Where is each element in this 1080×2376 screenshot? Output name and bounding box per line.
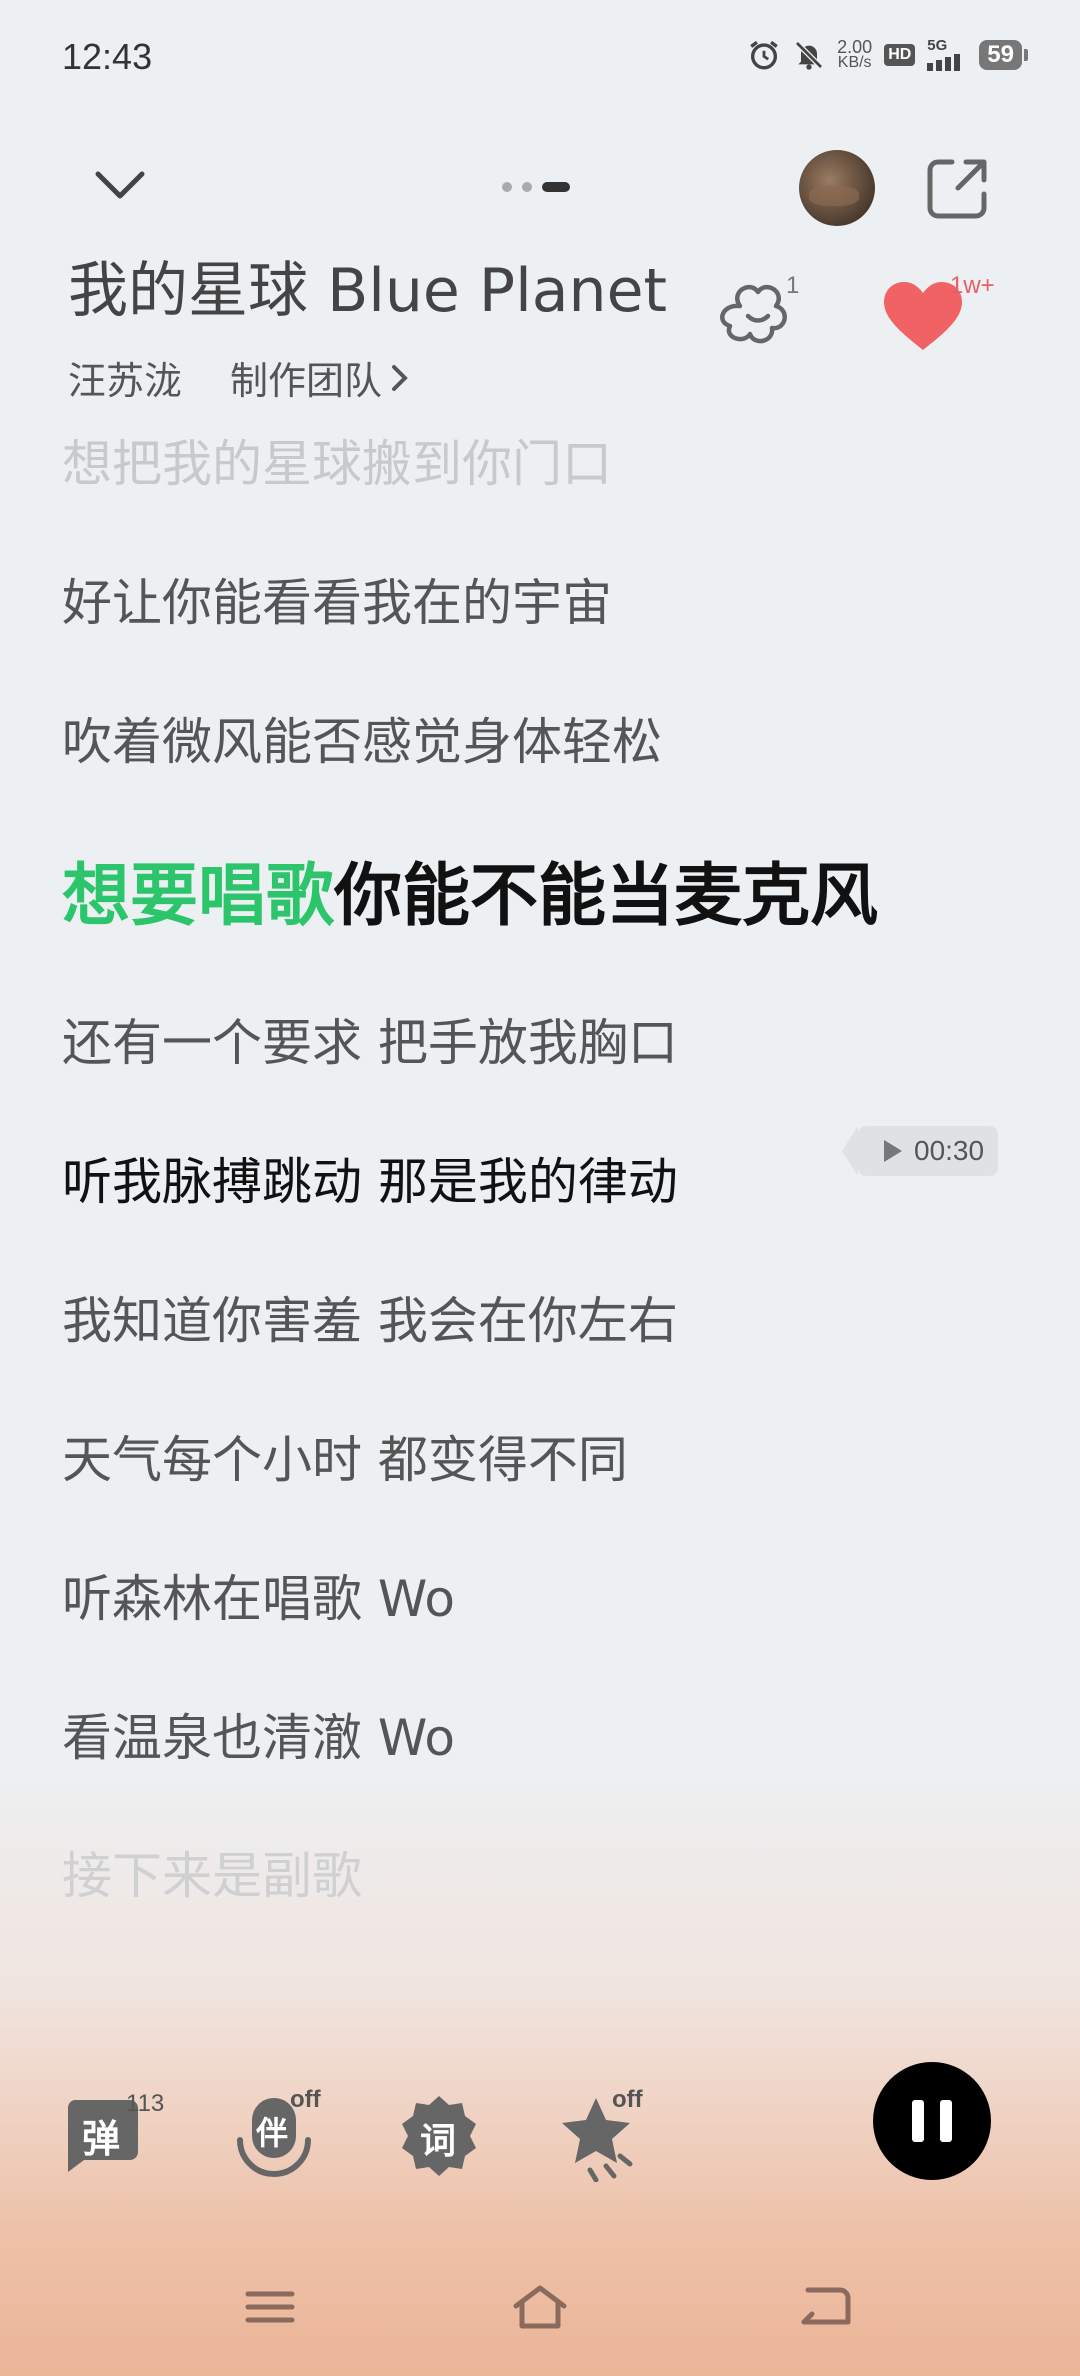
mute-bell-icon [795,41,824,70]
song-title: 我的星球 Blue Planet [68,256,668,326]
lyric-line[interactable]: 想把我的星球搬到你门口 [62,424,612,496]
collapse-chevron-icon[interactable] [92,166,148,202]
lyric-sung-part: 想要唱歌 [62,857,335,936]
lyric-line[interactable]: 看温泉也清澈 Wo [62,1698,455,1770]
lyric-line[interactable]: 接下来是副歌 [62,1836,362,1908]
hd-badge: HD [884,44,916,66]
effect-off-badge: off [612,2086,643,2113]
lyric-line-current[interactable]: 想要唱歌你能不能当麦克风 [62,840,878,939]
lyric-line[interactable]: 还有一个要求 把手放我胸口 [62,1003,678,1075]
pause-bar [940,2100,952,2142]
chevron-right-icon [392,364,408,391]
danmu-label: 弹 [82,2117,121,2161]
comment-count: 1 [786,272,800,299]
page-dot [522,182,532,192]
lyric-line[interactable]: 我知道你害羞 我会在你左右 [62,1281,678,1353]
danmu-count: 113 [126,2090,165,2117]
page-dot-active [542,182,570,192]
lyric-line[interactable]: 吹着微风能否感觉身体轻松 [62,702,662,774]
pause-bar [912,2100,924,2142]
alarm-icon [750,40,778,70]
battery-indicator: 59 [979,40,1028,70]
home-icon[interactable] [510,2282,570,2332]
seek-to-time-button[interactable]: 00:30 [841,1126,999,1176]
lyrics-style-button[interactable]: 词 [398,2094,480,2176]
artist-name[interactable]: 汪苏泷 [68,350,182,405]
status-time: 12:43 [62,36,153,77]
lyric-line[interactable]: 好让你能看看我在的宇宙 [62,563,612,635]
net-speed: 2.00 KB/s [837,37,873,71]
lyric-unsung-part: 你能不能当麦克风 [334,857,879,936]
page-indicator[interactable] [502,182,570,192]
accompany-off-badge: off [290,2086,321,2113]
crew-link[interactable]: 制作团队 [230,350,410,405]
lyric-line[interactable]: 听森林在唱歌 Wo [62,1559,455,1631]
avatar[interactable] [799,150,875,226]
share-icon[interactable] [922,154,992,224]
pause-button[interactable] [873,2062,991,2180]
page-dot [502,182,512,192]
lyric-line-selected[interactable]: 听我脉搏跳动 那是我的律动 [62,1142,678,1214]
signal-5g: 5G [927,38,967,71]
back-icon[interactable] [794,2282,854,2332]
crew-label: 制作团队 [230,359,383,403]
menu-icon[interactable] [240,2282,300,2332]
seek-time: 00:30 [914,1135,985,1166]
status-icons: 2.00 KB/s HD 5G 59 [747,37,1028,72]
lyrics-style-label: 词 [420,2121,457,2162]
play-triangle-icon [884,1140,902,1162]
signal-icon [927,54,961,71]
accompany-label: 伴 [256,2114,289,2152]
like-count: 1w+ [950,272,995,299]
lyric-line[interactable]: 天气每个小时 都变得不同 [62,1420,628,1492]
